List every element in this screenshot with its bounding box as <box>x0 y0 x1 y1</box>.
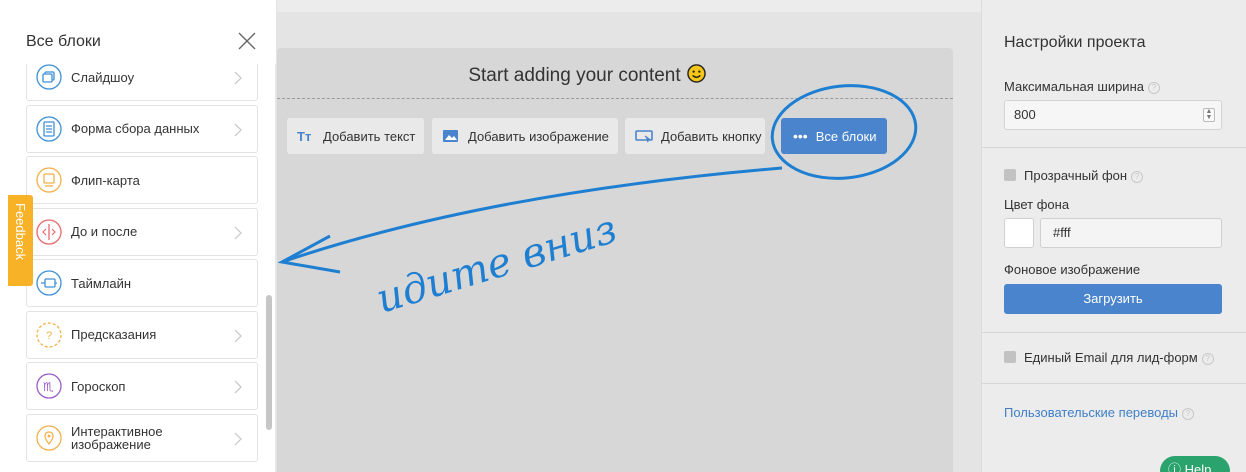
form-icon <box>36 115 62 142</box>
feedback-tab[interactable]: Feedback <box>8 195 33 286</box>
settings-title: Настройки проекта <box>1004 34 1146 51</box>
max-width-value: 800 <box>1014 107 1036 122</box>
max-width-label: Максимальная ширина? <box>1004 79 1160 94</box>
drawer-title: Все блоки <box>26 33 101 50</box>
block-item-form[interactable]: Форма сбора данных <box>26 104 258 153</box>
add-text-button[interactable]: Tт Добавить текст <box>287 118 424 154</box>
add-button-button[interactable]: Добавить кнопку <box>625 118 765 154</box>
bg-color-label: Цвет фона <box>1004 197 1070 212</box>
button-icon <box>635 130 653 143</box>
slideshow-icon <box>36 64 62 90</box>
all-blocks-button[interactable]: ••• Все блоки <box>781 118 887 154</box>
block-item-label: Предсказания <box>71 327 157 342</box>
transparent-bg-checkbox[interactable] <box>1004 169 1016 181</box>
text-icon: Tт <box>297 129 311 143</box>
add-image-button[interactable]: Добавить изображение <box>432 118 618 154</box>
block-item-timeline[interactable]: Таймлайн <box>26 259 258 307</box>
help-circle-icon: ⓘ <box>1168 462 1182 472</box>
bg-color-swatch[interactable] <box>1004 218 1034 248</box>
project-settings-panel: Настройки проекта Максимальная ширина? 8… <box>981 0 1246 472</box>
content-canvas: Start adding your content Tт Добавить те… <box>277 48 953 472</box>
block-item-label: Форма сбора данных <box>71 121 200 136</box>
block-item-label: Флип-карта <box>71 172 140 188</box>
chevron-right-icon <box>234 226 242 239</box>
block-item-label: Интерактивное изображение <box>71 423 163 452</box>
settings-divider <box>982 332 1246 333</box>
image-icon <box>443 130 458 142</box>
upload-label: Загрузить <box>1083 291 1143 306</box>
chevron-right-icon <box>234 432 242 445</box>
upload-button[interactable]: Загрузить <box>1004 284 1222 314</box>
help-icon[interactable]: ? <box>1147 82 1160 94</box>
chevron-right-icon <box>234 329 242 342</box>
interactive-image-icon <box>36 424 62 451</box>
chevron-right-icon <box>234 123 242 136</box>
block-item-flip-card[interactable]: Флип-карта <box>26 156 258 204</box>
close-icon[interactable] <box>236 30 258 52</box>
block-item-prediction[interactable]: ? Предсказания <box>26 310 258 359</box>
settings-divider <box>982 383 1246 384</box>
single-email-label: Единый Email для лид-форм <box>1024 350 1198 365</box>
chevron-right-icon <box>234 71 242 85</box>
help-icon[interactable]: ? <box>1131 171 1144 183</box>
add-button-label: Добавить кнопку <box>661 128 762 144</box>
max-width-input[interactable]: 800 ▲ ▼ <box>1004 100 1222 130</box>
svg-text:Tт: Tт <box>297 129 311 143</box>
single-email-option[interactable]: Единый Email для лид-форм? <box>1004 350 1214 365</box>
stepper-arrows-icon[interactable]: ▲ ▼ <box>1203 108 1215 122</box>
transparent-bg-option[interactable]: Прозрачный фон? <box>1004 168 1144 183</box>
horoscope-icon: ♏ <box>36 373 62 399</box>
block-item-label: До и после <box>71 224 138 239</box>
add-image-label: Добавить изображение <box>468 128 609 144</box>
svg-text:♏: ♏ <box>43 380 54 394</box>
prediction-icon: ? <box>36 321 62 348</box>
add-text-label: Добавить текст <box>323 128 416 144</box>
all-blocks-label: Все блоки <box>815 128 877 144</box>
block-item-label: Таймлайн <box>71 275 132 291</box>
block-item-label: Гороскоп <box>71 378 126 394</box>
canvas-title: Start adding your content <box>277 64 897 87</box>
help-button[interactable]: ⓘ Help <box>1160 456 1230 472</box>
flip-card-icon <box>36 167 62 193</box>
before-after-icon <box>36 218 62 245</box>
feedback-label: Feedback <box>13 203 28 261</box>
canvas-title-text: Start adding your content <box>468 65 681 86</box>
help-label: Help <box>1184 462 1212 472</box>
block-item-interactive-image[interactable]: Интерактивное изображение <box>26 413 258 462</box>
max-width-label-text: Максимальная ширина <box>1004 79 1144 94</box>
block-item-label: Слайдшоу <box>71 69 135 85</box>
bg-color-input[interactable]: #fff <box>1040 218 1222 248</box>
drawer-header: Все блоки <box>0 0 276 64</box>
smiley-icon <box>686 64 706 83</box>
canvas-top-strip <box>277 0 981 12</box>
svg-text:?: ? <box>46 330 52 342</box>
block-item-before-after[interactable]: До и после <box>26 207 258 256</box>
bg-color-value: #fff <box>1053 225 1071 240</box>
help-icon[interactable]: ? <box>1201 353 1214 365</box>
custom-translations-label: Пользовательские переводы <box>1004 405 1179 420</box>
drawer-scrollbar[interactable] <box>266 295 272 430</box>
custom-translations-link[interactable]: Пользовательские переводы? <box>1004 405 1195 420</box>
settings-divider <box>982 147 1246 148</box>
bg-image-label: Фоновое изображение <box>1004 262 1141 277</box>
transparent-bg-label: Прозрачный фон <box>1024 168 1128 183</box>
single-email-checkbox[interactable] <box>1004 351 1016 363</box>
block-item-horoscope[interactable]: ♏ Гороскоп <box>26 362 258 410</box>
chevron-right-icon <box>234 380 242 394</box>
more-dots-icon: ••• <box>793 128 808 144</box>
canvas-divider <box>277 98 953 99</box>
all-blocks-drawer: Слайдшоу Форма сбора данных Флип-карта Д… <box>0 0 276 472</box>
block-list: Слайдшоу Форма сбора данных Флип-карта Д… <box>26 53 258 465</box>
help-icon[interactable]: ? <box>1182 408 1195 420</box>
timeline-icon <box>36 270 62 296</box>
